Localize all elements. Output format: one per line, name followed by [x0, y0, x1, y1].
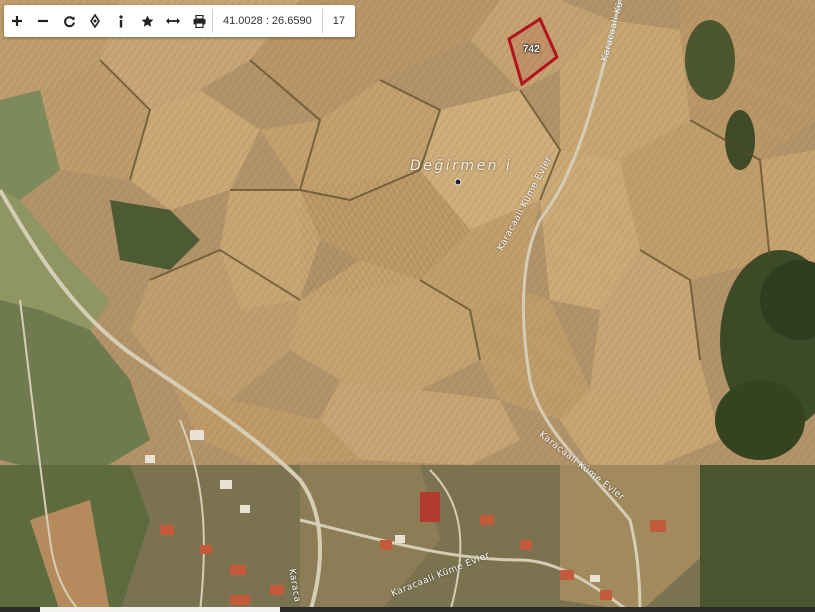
satellite-imagery	[0, 0, 815, 612]
zoom-level-readout: 17	[332, 15, 345, 27]
refresh-button[interactable]	[56, 5, 82, 37]
locate-button[interactable]	[82, 5, 108, 37]
parcel-number-label[interactable]: 742	[523, 44, 540, 55]
zoom-out-button[interactable]	[30, 5, 56, 37]
crosshair-icon	[90, 14, 100, 28]
coordinate-readout: 41.0028 : 26.6590	[223, 15, 312, 27]
satellite-map[interactable]: 742 Değirmen i Karacaali Küme Evler Kara…	[0, 0, 815, 612]
minus-icon	[38, 19, 48, 23]
star-icon	[141, 15, 153, 27]
plus-icon	[12, 16, 22, 26]
print-icon	[193, 14, 205, 28]
zoom-in-button[interactable]	[4, 5, 30, 37]
favorite-button[interactable]	[134, 5, 160, 37]
info-icon	[119, 14, 123, 27]
map-toolbar: 41.0028 : 26.6590 17	[4, 5, 355, 37]
print-button[interactable]	[186, 5, 212, 37]
info-button[interactable]	[108, 5, 134, 37]
measure-icon	[166, 18, 180, 24]
refresh-icon	[63, 15, 75, 27]
bottom-status-segment	[40, 607, 280, 612]
bottom-status-bar	[0, 607, 815, 612]
place-name-label: Değirmen i	[410, 158, 513, 174]
measure-button[interactable]	[160, 5, 186, 37]
